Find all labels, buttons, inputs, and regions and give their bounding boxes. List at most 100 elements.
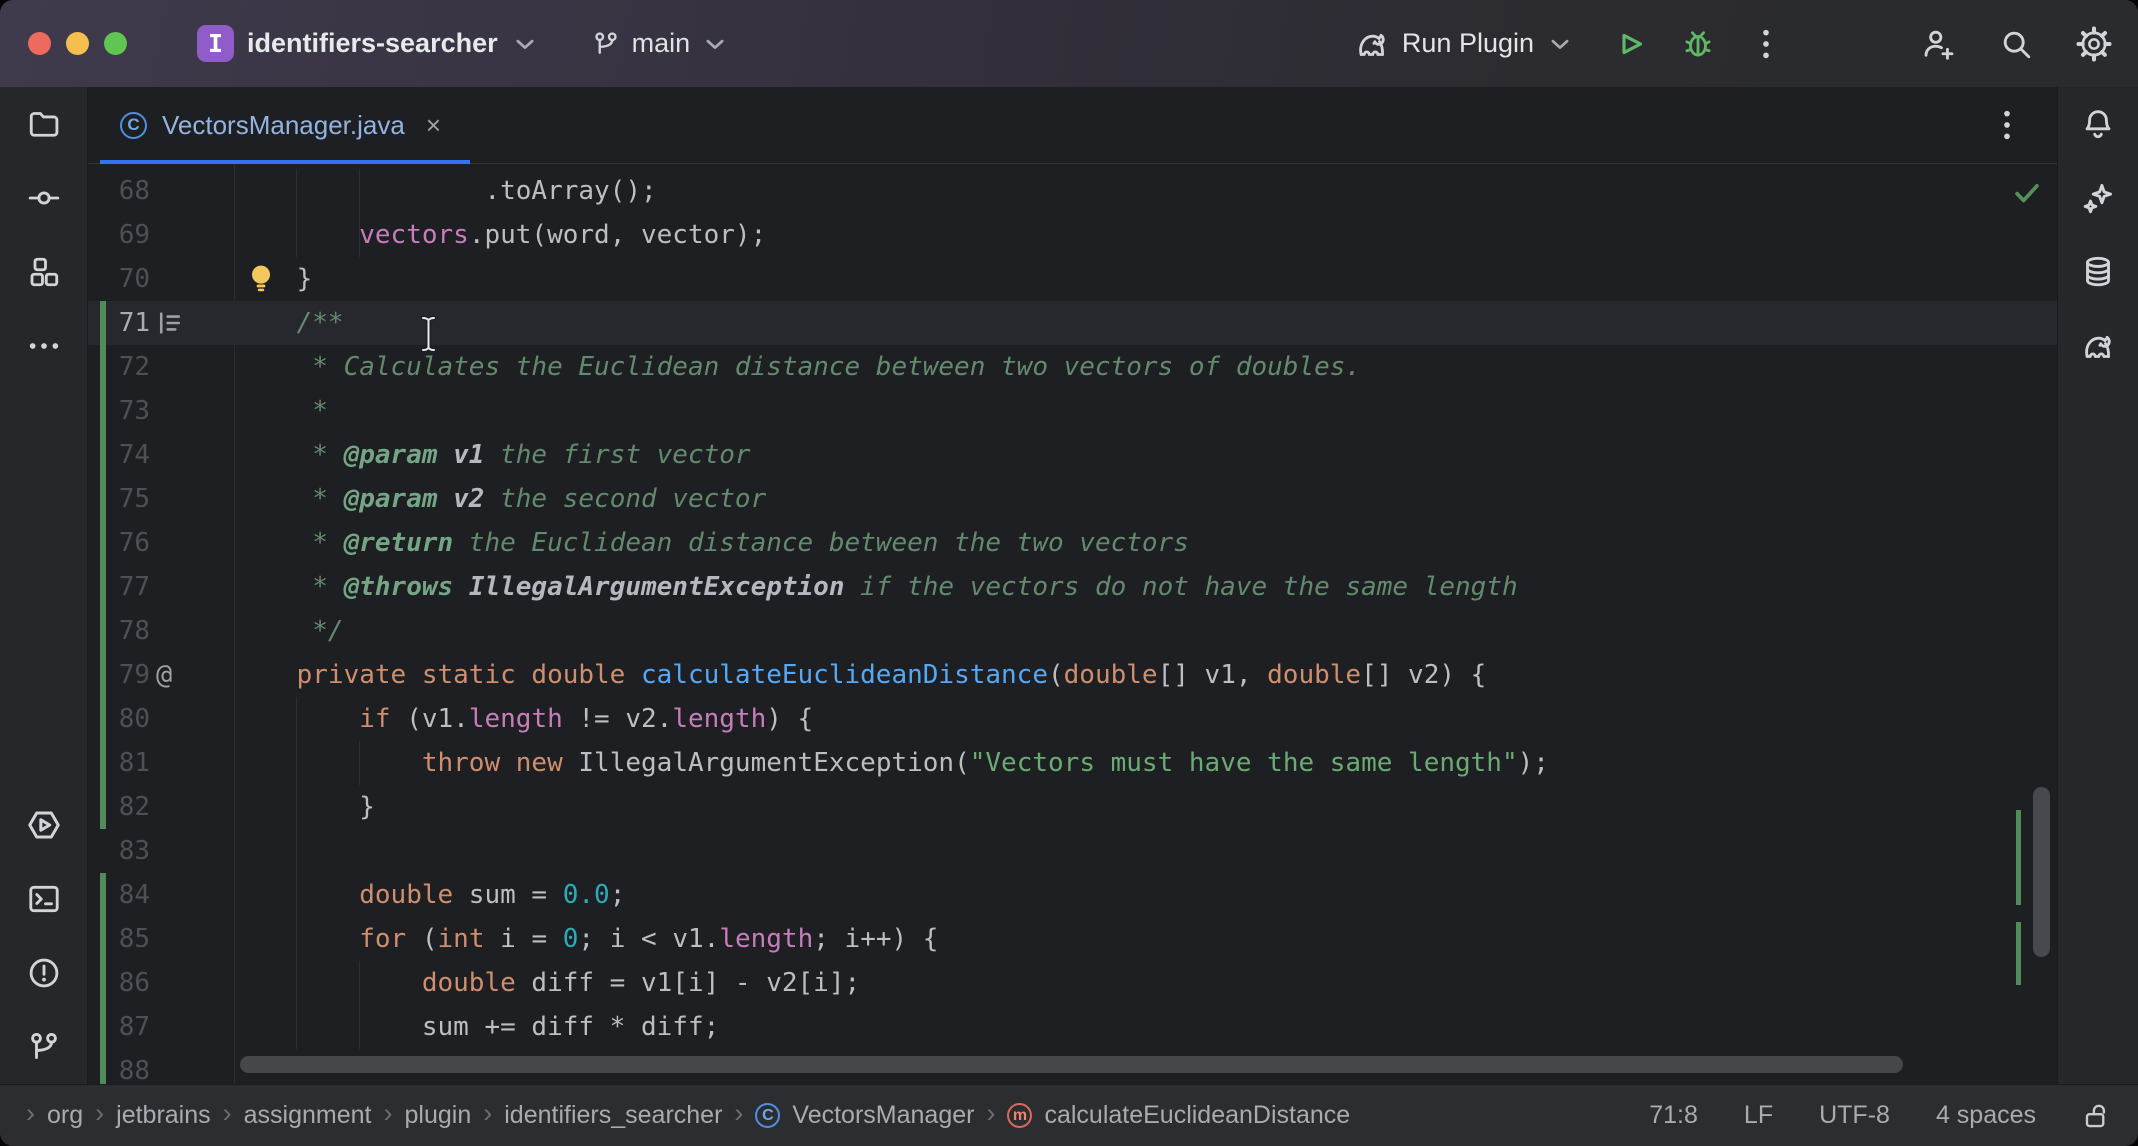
- code-line[interactable]: 73 *: [88, 389, 2057, 433]
- tab-vectorsmanager[interactable]: C VectorsManager.java ×: [100, 87, 470, 163]
- tool-window-button-gradle[interactable]: [2072, 320, 2124, 372]
- breadcrumb-item[interactable]: ›identifiers_searcher: [483, 1101, 722, 1130]
- breadcrumb-item[interactable]: ›mcalculateEuclideanDistance: [986, 1101, 1350, 1130]
- code-text: /**: [234, 301, 344, 345]
- line-separator-widget[interactable]: LF: [1744, 1101, 1773, 1130]
- editor-gutter[interactable]: 77: [88, 565, 234, 609]
- code-line[interactable]: 69 vectors.put(word, vector);: [88, 213, 2057, 257]
- tool-window-button-commit[interactable]: [18, 172, 70, 224]
- editor-gutter[interactable]: 85: [88, 917, 234, 961]
- annotation-gutter-icon[interactable]: @: [156, 660, 172, 691]
- code-line[interactable]: 77 * @throws IllegalArgumentException if…: [88, 565, 2057, 609]
- editor-gutter[interactable]: 82: [88, 785, 234, 829]
- code-line[interactable]: 68 .toArray();: [88, 169, 2057, 213]
- code-line[interactable]: 74 * @param v1 the first vector: [88, 433, 2057, 477]
- tab-close-icon[interactable]: ×: [426, 112, 441, 138]
- editor-gutter[interactable]: 69: [88, 213, 234, 257]
- project-widget[interactable]: I identifiers-searcher: [197, 25, 535, 62]
- code-line[interactable]: 72 * Calculates the Euclidean distance b…: [88, 345, 2057, 389]
- tool-window-button-structure[interactable]: [18, 246, 70, 298]
- encoding-widget[interactable]: UTF-8: [1819, 1101, 1890, 1130]
- run-button[interactable]: [1604, 18, 1656, 70]
- tool-window-button-terminal[interactable]: [18, 873, 70, 925]
- tool-window-button-problems[interactable]: [18, 947, 70, 999]
- breadcrumb-item[interactable]: ›assignment: [223, 1101, 372, 1130]
- gear-icon: [2075, 25, 2113, 63]
- editor-gutter[interactable]: 74: [88, 433, 234, 477]
- tool-window-button-bell[interactable]: [2072, 98, 2124, 150]
- code-line[interactable]: 83: [88, 829, 2057, 873]
- code-line[interactable]: 71 /**: [88, 301, 2057, 345]
- breadcrumb-item[interactable]: ›jetbrains: [95, 1101, 211, 1130]
- editor-gutter[interactable]: 81: [88, 741, 234, 785]
- code-line[interactable]: 81 throw new IllegalArgumentException("V…: [88, 741, 2057, 785]
- code-text: vectors.put(word, vector);: [234, 213, 766, 257]
- editor-gutter[interactable]: 75: [88, 477, 234, 521]
- editor-gutter[interactable]: 79@: [88, 653, 234, 697]
- debug-button[interactable]: [1672, 18, 1724, 70]
- tool-window-button-folder[interactable]: [18, 98, 70, 150]
- breadcrumb-item[interactable]: ›CVectorsManager: [734, 1101, 974, 1130]
- maximize-window-button[interactable]: [104, 32, 127, 55]
- code-line[interactable]: 78 */: [88, 609, 2057, 653]
- code-text: .toArray();: [234, 169, 657, 213]
- vcs-change-marker: [100, 565, 106, 609]
- more-actions-button[interactable]: [1740, 18, 1792, 70]
- close-window-button[interactable]: [28, 32, 51, 55]
- code-line[interactable]: 75 * @param v2 the second vector: [88, 477, 2057, 521]
- vcs-branch-widget[interactable]: main: [591, 28, 726, 59]
- caret-position-widget[interactable]: 71:8: [1649, 1101, 1698, 1130]
- editor-gutter[interactable]: 80: [88, 697, 234, 741]
- editor-gutter[interactable]: 71: [88, 301, 234, 345]
- code-line[interactable]: 87 sum += diff * diff;: [88, 1005, 2057, 1049]
- more-vertical-icon: [1761, 27, 1771, 61]
- render-docs-icon[interactable]: [156, 309, 184, 337]
- code-text: * @throws IllegalArgumentException if th…: [234, 565, 1518, 609]
- breadcrumb-item[interactable]: ›plugin: [384, 1101, 472, 1130]
- code-line[interactable]: 70 }: [88, 257, 2057, 301]
- breadcrumb-chevron-icon: ›: [95, 1100, 104, 1127]
- tool-window-button-sparkles[interactable]: [2072, 172, 2124, 224]
- settings-button[interactable]: [2068, 18, 2120, 70]
- tab-options-button[interactable]: [1981, 99, 2033, 151]
- editor-gutter[interactable]: 78: [88, 609, 234, 653]
- code-line[interactable]: 84 double sum = 0.0;: [88, 873, 2057, 917]
- run-configuration-name: Run Plugin: [1402, 28, 1534, 59]
- breadcrumb-chevron-icon: ›: [986, 1100, 995, 1127]
- editor-gutter[interactable]: 87: [88, 1005, 234, 1049]
- horizontal-scrollbar[interactable]: [240, 1056, 1903, 1073]
- inspections-ok-check-icon[interactable]: [2010, 176, 2044, 210]
- bell-icon: [2080, 106, 2116, 142]
- editor-gutter[interactable]: 70: [88, 257, 234, 301]
- editor-gutter[interactable]: 88: [88, 1049, 234, 1084]
- breadcrumb-label: calculateEuclideanDistance: [1044, 1101, 1350, 1130]
- code-line[interactable]: 86 double diff = v1[i] - v2[i];: [88, 961, 2057, 1005]
- unlocked-padlock-icon[interactable]: [2082, 1101, 2112, 1131]
- editor-gutter[interactable]: 76: [88, 521, 234, 565]
- bulb-icon[interactable]: [246, 263, 276, 295]
- code-line[interactable]: 76 * @return the Euclidean distance betw…: [88, 521, 2057, 565]
- code-line[interactable]: 79@ private static double calculateEucli…: [88, 653, 2057, 697]
- editor-gutter[interactable]: 84: [88, 873, 234, 917]
- breadcrumb-item[interactable]: ›org: [26, 1101, 83, 1130]
- search-everywhere-button[interactable]: [1990, 18, 2042, 70]
- run-configuration-selector[interactable]: Run Plugin: [1354, 26, 1570, 62]
- more-h-icon: [27, 341, 61, 351]
- editor-gutter[interactable]: 83: [88, 829, 234, 873]
- vertical-scrollbar[interactable]: [2033, 787, 2050, 957]
- tool-window-button-database[interactable]: [2072, 246, 2124, 298]
- editor-gutter[interactable]: 86: [88, 961, 234, 1005]
- editor-gutter[interactable]: 68: [88, 169, 234, 213]
- indent-widget[interactable]: 4 spaces: [1936, 1101, 2036, 1130]
- code-line[interactable]: 82 }: [88, 785, 2057, 829]
- code-line[interactable]: 85 for (int i = 0; i < v1.length; i++) {: [88, 917, 2057, 961]
- editor-gutter[interactable]: 72: [88, 345, 234, 389]
- tool-window-button-hex-play[interactable]: [18, 799, 70, 851]
- tool-window-button-more-h[interactable]: [18, 320, 70, 372]
- tool-window-button-git-branch[interactable]: [18, 1021, 70, 1073]
- code-editor[interactable]: 68 .toArray();69 vectors.put(word, vecto…: [88, 164, 2057, 1084]
- code-with-me-button[interactable]: [1912, 18, 1964, 70]
- editor-gutter[interactable]: 73: [88, 389, 234, 433]
- minimize-window-button[interactable]: [66, 32, 89, 55]
- code-line[interactable]: 80 if (v1.length != v2.length) {: [88, 697, 2057, 741]
